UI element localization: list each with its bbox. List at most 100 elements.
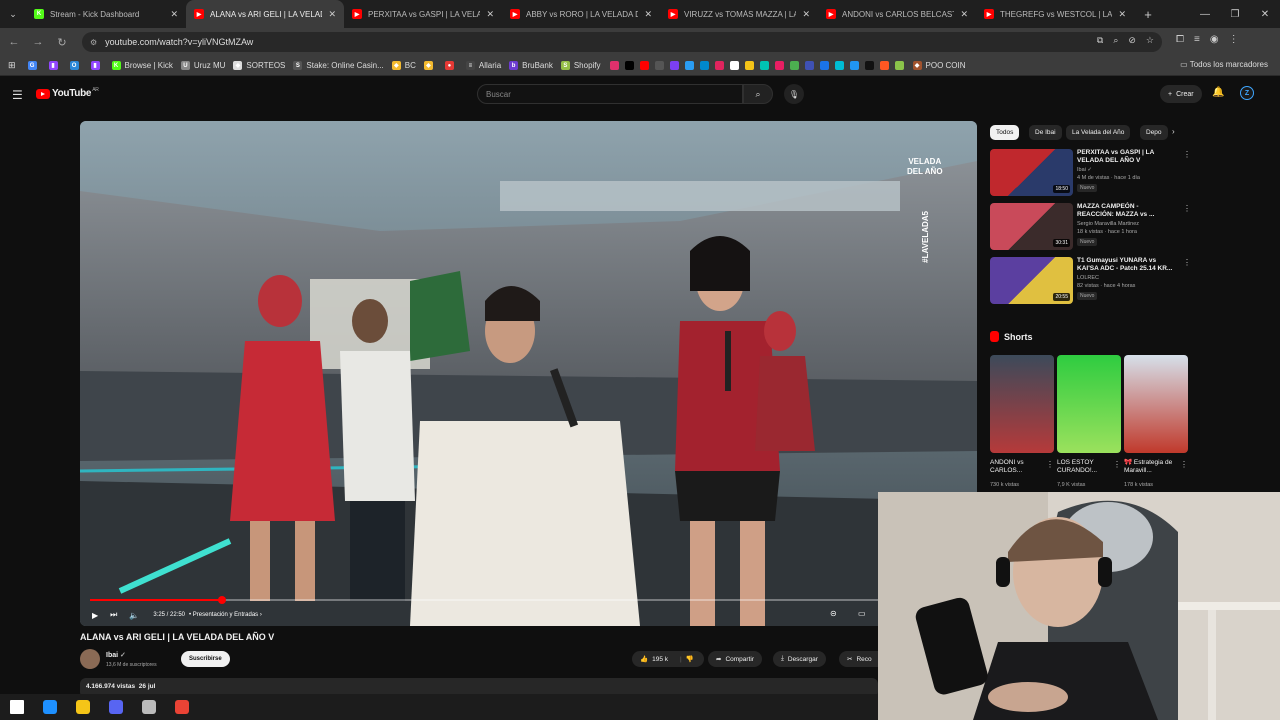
bookmark-shortcut-icon[interactable] bbox=[654, 61, 664, 70]
play-icon[interactable]: ▶ bbox=[92, 611, 98, 620]
start-icon[interactable] bbox=[0, 694, 33, 720]
new-tab-button[interactable]: + bbox=[1134, 7, 1162, 22]
chapter-title[interactable]: • Presentación y Entradas › bbox=[189, 612, 262, 618]
forward-icon[interactable]: → bbox=[26, 36, 50, 48]
search-input[interactable]: Buscar bbox=[477, 84, 743, 104]
channel-avatar[interactable] bbox=[80, 649, 100, 669]
create-button[interactable]: + Crear bbox=[1160, 85, 1202, 103]
notifications-icon[interactable]: 🔔 bbox=[1212, 87, 1224, 98]
tab-5[interactable]: ▶ ANDONI vs CARLOS BELCAST ✕ bbox=[818, 0, 976, 28]
tab-4[interactable]: ▶ VIRUZZ vs TOMÁS MAZZA | LA ✕ bbox=[660, 0, 818, 28]
video-thumbnail[interactable]: 18:50 bbox=[990, 149, 1073, 196]
tab-2[interactable]: ▶ PERXITAA vs GASPI | LA VELADA ✕ bbox=[344, 0, 502, 28]
avatar[interactable]: Z bbox=[1240, 86, 1254, 100]
eye-off-icon[interactable]: ⊘ bbox=[1128, 35, 1136, 46]
more-actions-icon[interactable]: ⋮ bbox=[1180, 460, 1188, 469]
bookmark-9[interactable]: ◆ bbox=[420, 61, 441, 70]
bookmark-8[interactable]: ◆ BC bbox=[388, 61, 420, 70]
video-thumbnail[interactable]: 20:55 bbox=[990, 257, 1073, 304]
more-actions-icon[interactable]: ⋮ bbox=[1183, 204, 1191, 213]
recommended-title[interactable]: PERXITAA vs GASPI | LA VELADA DEL AÑO V bbox=[1077, 149, 1177, 165]
tab-6[interactable]: ▶ THEGREFG vs WESTCOL | LA VE ✕ bbox=[976, 0, 1134, 28]
tab-1[interactable]: ▶ ALANA vs ARI GELI | LA VELADA ✕ bbox=[186, 0, 344, 28]
bookmark-6[interactable]: ◆ SORTEOS bbox=[229, 61, 289, 70]
bookmark-1[interactable]: ▮ bbox=[45, 61, 66, 70]
like-count[interactable]: 195 k bbox=[652, 656, 668, 663]
bookmark-shortcut-icon[interactable] bbox=[639, 61, 649, 70]
reload-icon[interactable]: ↻ bbox=[50, 36, 74, 49]
bookmark-shortcut-icon[interactable] bbox=[624, 61, 634, 70]
close-tab-icon[interactable]: ✕ bbox=[170, 9, 178, 20]
scrubber-handle[interactable] bbox=[217, 596, 226, 604]
video-player[interactable]: VELADA DEL AÑO #LAVELADA5 ▶ ⏭ 🔈 3:25 / 22… bbox=[80, 121, 977, 626]
more-actions-icon[interactable]: ⋮ bbox=[1046, 460, 1054, 469]
bookmark-2[interactable]: O bbox=[66, 61, 87, 70]
bookmark-shortcut-icon[interactable] bbox=[834, 61, 844, 70]
bookmark-12[interactable]: b BruBank bbox=[505, 61, 557, 70]
tab-search-chevron-icon[interactable]: ⌄ bbox=[0, 0, 26, 28]
short-thumbnail[interactable] bbox=[1124, 355, 1188, 453]
bookmark-shortcut-icon[interactable] bbox=[804, 61, 814, 70]
minimize-button[interactable]: — bbox=[1190, 0, 1220, 28]
bookmark-shortcut-icon[interactable] bbox=[759, 61, 769, 70]
subscribe-button[interactable]: Suscribirse bbox=[181, 651, 230, 667]
taskbar-app-icon[interactable] bbox=[33, 694, 66, 720]
bookmark-shortcut-icon[interactable] bbox=[849, 61, 859, 70]
youtube-logo[interactable]: YouTube AR bbox=[36, 87, 99, 99]
bookmark-shortcut-icon[interactable] bbox=[609, 61, 619, 70]
recommended-channel[interactable]: Ibai ✓ bbox=[1077, 167, 1092, 173]
cast-icon[interactable]: ⧉ bbox=[1097, 35, 1103, 46]
more-actions-icon[interactable]: ⋮ bbox=[1183, 150, 1191, 159]
tab-0[interactable]: K Stream - Kick Dashboard ✕ bbox=[26, 0, 186, 28]
download-button[interactable]: ⤓ Descargar bbox=[773, 651, 826, 667]
maximize-button[interactable]: ❐ bbox=[1220, 0, 1250, 28]
short-thumbnail[interactable] bbox=[1057, 355, 1121, 453]
recommended-video[interactable]: 30:31 MAZZA CAMPEÓN - REACCIÓN: MAZZA vs … bbox=[990, 203, 1191, 253]
short-thumbnail[interactable] bbox=[990, 355, 1054, 453]
recommended-title[interactable]: T1 Gumayusi YUNARA vs KAI'SA ADC - Patch… bbox=[1077, 257, 1177, 273]
bookmark-shortcut-icon[interactable] bbox=[744, 61, 754, 70]
bookmark-star-icon[interactable]: ☆ bbox=[1146, 35, 1154, 46]
extensions-icon[interactable]: ⧠ bbox=[1176, 34, 1184, 45]
bookmark-shortcut-icon[interactable] bbox=[864, 61, 874, 70]
filter-chip[interactable]: Todos bbox=[990, 125, 1020, 140]
address-bar[interactable]: ⚙ youtube.com/watch?v=yliVNGtMZAw ⧉ ⌕ ⊘ … bbox=[82, 32, 1162, 52]
back-icon[interactable]: ← bbox=[2, 36, 26, 48]
short-title[interactable]: ANDONI vs CARLOS... bbox=[990, 459, 1046, 475]
dislike-icon[interactable]: 👎 bbox=[686, 655, 694, 663]
site-info-icon[interactable]: ⚙ bbox=[90, 38, 97, 47]
bookmark-poo-coin[interactable]: ◆ POO COIN bbox=[909, 61, 970, 70]
short-title[interactable]: 🎀 Estrategia de Maravill... bbox=[1124, 459, 1180, 475]
bookmark-shortcut-icon[interactable] bbox=[819, 61, 829, 70]
autoplay-toggle[interactable]: ⊝ bbox=[830, 609, 837, 618]
filter-chip[interactable]: La Velada del Año bbox=[1066, 125, 1131, 140]
close-tab-icon[interactable]: ✕ bbox=[960, 9, 968, 20]
bookmark-shortcut-icon[interactable] bbox=[789, 61, 799, 70]
close-tab-icon[interactable]: ✕ bbox=[486, 9, 494, 20]
more-actions-icon[interactable]: ⋮ bbox=[1113, 460, 1121, 469]
recommended-channel[interactable]: Sergio Maravilla Martinez bbox=[1077, 221, 1139, 227]
close-window-button[interactable]: ✕ bbox=[1250, 0, 1280, 28]
taskbar-app-icon[interactable] bbox=[99, 694, 132, 720]
bookmark-shortcut-icon[interactable] bbox=[879, 61, 889, 70]
filter-chip[interactable]: De Ibai bbox=[1029, 125, 1062, 140]
apps-icon[interactable]: ⊞ bbox=[8, 60, 16, 71]
chevron-right-icon[interactable]: › bbox=[1172, 127, 1175, 136]
channel-name[interactable]: Ibai ✓ bbox=[106, 651, 126, 659]
bookmark-shortcut-icon[interactable] bbox=[699, 61, 709, 70]
like-icon[interactable]: 👍 bbox=[640, 655, 648, 663]
media-controls-icon[interactable]: ≡ bbox=[1194, 34, 1200, 45]
subtitles-icon[interactable]: ▭ bbox=[858, 609, 866, 618]
recommended-channel[interactable]: LOLREC bbox=[1077, 275, 1099, 281]
clip-button[interactable]: ✂ Reco bbox=[839, 651, 878, 667]
bookmark-shortcut-icon[interactable] bbox=[894, 61, 904, 70]
taskbar-app-icon[interactable] bbox=[66, 694, 99, 720]
bookmark-4[interactable]: K Browse | Kick bbox=[108, 61, 177, 70]
filter-chip[interactable]: Depo bbox=[1140, 125, 1168, 140]
microphone-icon[interactable]: 🎙 bbox=[784, 84, 804, 104]
all-bookmarks[interactable]: ▭ Todos los marcadores bbox=[1180, 60, 1268, 69]
close-tab-icon[interactable]: ✕ bbox=[328, 9, 336, 20]
bookmark-3[interactable]: ▮ bbox=[87, 61, 108, 70]
profile-icon[interactable]: ◉ bbox=[1210, 34, 1219, 45]
taskbar-app-icon[interactable] bbox=[132, 694, 165, 720]
